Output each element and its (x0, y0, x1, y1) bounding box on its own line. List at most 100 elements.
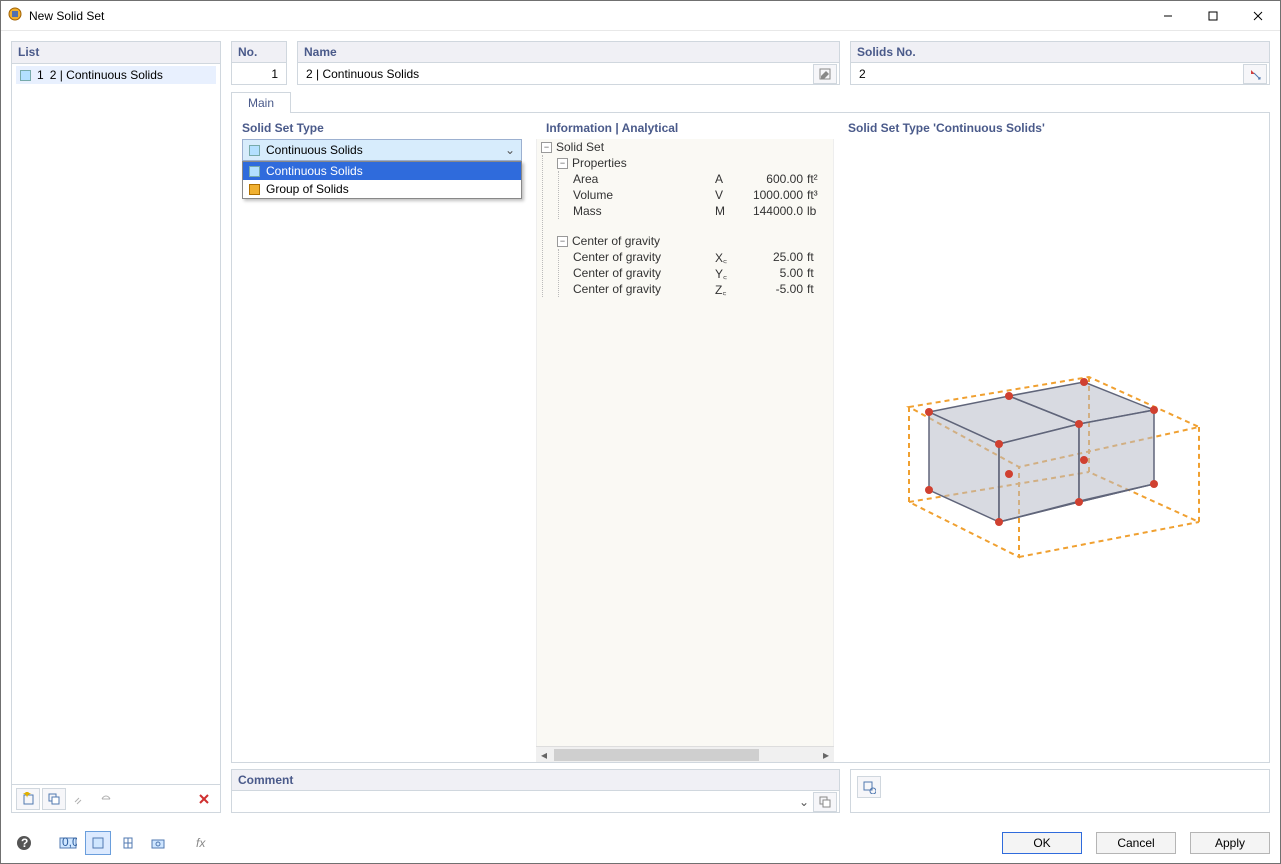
swatch-icon (249, 166, 260, 177)
name-box: Name (297, 41, 840, 85)
dialog-window: New Solid Set List 1 2 | Continuous Soli… (0, 0, 1281, 864)
comment-row: Comment ⌄ (231, 769, 1270, 813)
tool-button-1[interactable] (68, 788, 92, 810)
swatch-icon (249, 184, 260, 195)
delete-item-button[interactable] (192, 788, 216, 810)
new-item-button[interactable]: ✦ (16, 788, 40, 810)
units-button[interactable]: 0,00 (55, 831, 81, 855)
svg-text:fx: fx (196, 836, 206, 850)
cancel-button[interactable]: Cancel (1096, 832, 1176, 854)
solids-no-box: Solids No. (850, 41, 1270, 85)
svg-text:?: ? (21, 836, 28, 850)
sym-area: A (715, 172, 745, 186)
help-button[interactable]: ? (11, 831, 37, 855)
solid-set-type-combo[interactable]: Continuous Solids ⌄ (242, 139, 522, 161)
list-toolbar: ✦ (12, 784, 220, 812)
ok-button[interactable]: OK (1002, 832, 1082, 854)
chevron-down-icon[interactable]: ⌄ (795, 795, 813, 809)
comment-library-button[interactable] (813, 792, 837, 812)
titlebar: New Solid Set (1, 1, 1280, 31)
footer: ? 0,00 fx OK Cancel Apply (1, 823, 1280, 863)
solids-no-label: Solids No. (851, 42, 1269, 63)
list-item[interactable]: 1 2 | Continuous Solids (16, 66, 216, 84)
header-row: No. Name Solids No. (231, 41, 1270, 85)
collapse-icon[interactable]: − (541, 142, 552, 153)
preview-settings-button[interactable] (857, 776, 881, 798)
val-mass: 144000.0 (745, 204, 807, 218)
h-scrollbar[interactable]: ◂ ▸ (536, 746, 834, 762)
tree-cog: Center of gravity (572, 234, 833, 248)
val-cgz: -5.00 (745, 282, 807, 296)
svg-text:0,00: 0,00 (62, 835, 77, 849)
dropdown-item-label: Group of Solids (266, 182, 349, 196)
tree-solidset: Solid Set (556, 140, 833, 154)
window-title: New Solid Set (29, 9, 104, 23)
tool-button-2[interactable] (94, 788, 118, 810)
unit-mass: lb (807, 204, 833, 218)
solids-no-input[interactable] (851, 63, 1243, 84)
no-label: No. (232, 42, 286, 63)
unit-volume: ft³ (807, 188, 833, 202)
edit-name-button[interactable] (813, 64, 837, 84)
preview-header: Solid Set Type 'Continuous Solids' (848, 121, 1259, 135)
right-column: No. Name Solids No. (231, 41, 1270, 813)
preview-body[interactable] (848, 139, 1259, 754)
tabs: Main (231, 91, 1270, 113)
val-cgy: 5.00 (745, 266, 807, 280)
maximize-button[interactable] (1190, 1, 1235, 30)
tab-main[interactable]: Main (231, 92, 291, 113)
combo-dropdown: Continuous Solids Group of Solids (242, 161, 522, 199)
scroll-right-icon[interactable]: ▸ (818, 748, 834, 762)
copy-item-button[interactable] (42, 788, 66, 810)
preview-pane: Solid Set Type 'Continuous Solids' (838, 113, 1269, 762)
name-input[interactable] (298, 63, 813, 84)
minimize-button[interactable] (1145, 1, 1190, 30)
combo-selected: Continuous Solids (266, 143, 363, 157)
pick-solids-button[interactable] (1243, 64, 1267, 84)
scroll-left-icon[interactable]: ◂ (536, 748, 552, 762)
unit-area: ft² (807, 172, 833, 186)
sym-mass: M (715, 204, 745, 218)
comment-box: Comment ⌄ (231, 769, 840, 813)
prop-volume: Volume (573, 188, 715, 202)
app-icon (7, 6, 23, 25)
val-cgx: 25.00 (745, 250, 807, 264)
prop-cgz: Center of gravity (573, 282, 715, 296)
comment-input[interactable] (232, 791, 795, 812)
no-input[interactable] (232, 63, 286, 84)
sym-cgz: Z꜀ (715, 281, 745, 298)
solid-set-type-pane: Solid Set Type Continuous Solids ⌄ Conti… (232, 113, 532, 762)
collapse-icon[interactable]: − (557, 236, 568, 247)
prop-cgy: Center of gravity (573, 266, 715, 280)
view-wireframe-button[interactable] (115, 831, 141, 855)
prop-cgx: Center of gravity (573, 250, 715, 264)
scroll-thumb[interactable] (554, 749, 759, 761)
combo-swatch-icon (249, 145, 260, 156)
close-button[interactable] (1235, 1, 1280, 30)
list-body: 1 2 | Continuous Solids (12, 64, 220, 784)
collapse-icon[interactable]: − (557, 158, 568, 169)
val-volume: 1000.000 (745, 188, 807, 202)
preview-toolbar (850, 769, 1270, 813)
view-camera-button[interactable] (145, 831, 171, 855)
info-tree: −Solid Set −Properties AreaA600.00ft² Vo… (536, 139, 834, 746)
apply-button[interactable]: Apply (1190, 832, 1270, 854)
prop-area: Area (573, 172, 715, 186)
dropdown-item-label: Continuous Solids (266, 164, 363, 178)
view-solid-button[interactable] (85, 831, 111, 855)
list-item-text: 2 | Continuous Solids (50, 68, 163, 82)
content: List 1 2 | Continuous Solids ✦ No (1, 31, 1280, 823)
information-pane: Information | Analytical −Solid Set −Pro… (536, 113, 834, 762)
list-header: List (12, 42, 220, 64)
unit-cgz: ft (807, 282, 833, 296)
comment-label: Comment (232, 770, 839, 791)
unit-cgx: ft (807, 250, 833, 264)
color-swatch-icon (20, 70, 31, 81)
dropdown-item-continuous[interactable]: Continuous Solids (243, 162, 521, 180)
function-button[interactable]: fx (189, 831, 215, 855)
info-header: Information | Analytical (536, 113, 834, 139)
no-box: No. (231, 41, 287, 85)
val-area: 600.00 (745, 172, 807, 186)
dropdown-item-group[interactable]: Group of Solids (243, 180, 521, 198)
main-body: Solid Set Type Continuous Solids ⌄ Conti… (231, 113, 1270, 763)
